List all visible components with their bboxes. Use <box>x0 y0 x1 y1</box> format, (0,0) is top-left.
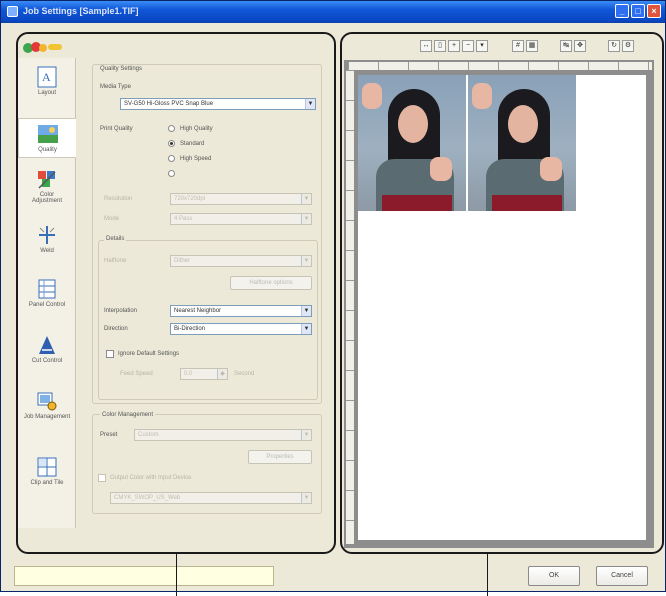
cancel-button[interactable]: Cancel <box>596 566 648 586</box>
maximize-button[interactable]: □ <box>631 4 645 18</box>
close-button[interactable]: × <box>647 4 661 18</box>
callout-leader-line <box>487 554 488 596</box>
title-bar: Job Settings [Sample1.TIF] _ □ × <box>1 1 665 23</box>
ok-button[interactable]: OK <box>528 566 580 586</box>
app-icon <box>7 6 18 17</box>
window-title: Job Settings [Sample1.TIF] <box>23 6 139 16</box>
callout-leader-line <box>176 554 177 596</box>
preview-area-callout <box>340 32 664 554</box>
settings-area-callout <box>16 32 336 554</box>
minimize-button[interactable]: _ <box>615 4 629 18</box>
status-field <box>14 566 274 586</box>
